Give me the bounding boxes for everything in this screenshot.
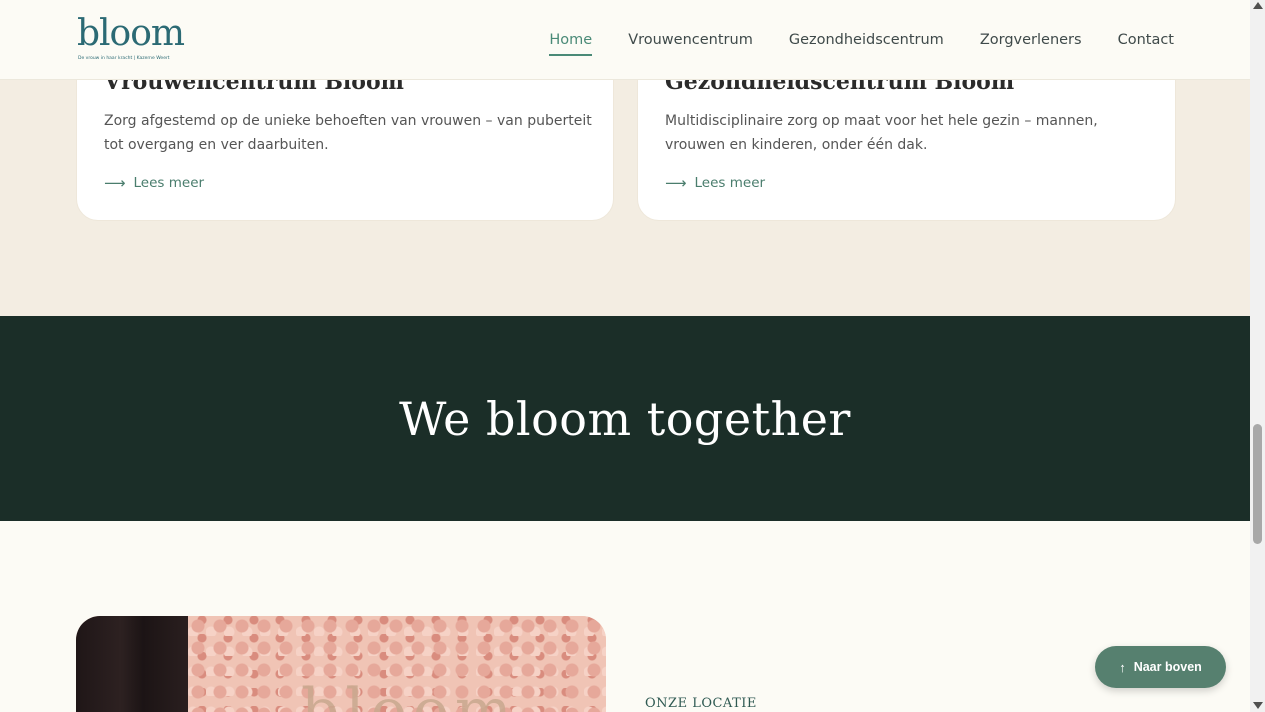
main-nav: Home Vrouwencentrum Gezondheidscentrum Z…	[549, 30, 1174, 56]
read-more-link[interactable]: ⟶ Lees meer	[665, 174, 765, 192]
back-to-top-label: Naar boven	[1133, 660, 1202, 674]
location-label: ONZE LOCATIE	[645, 696, 757, 711]
nav-item-home[interactable]: Home	[549, 30, 592, 56]
scroll-thumb[interactable]	[1253, 424, 1262, 544]
nav-item-vrouwencentrum[interactable]: Vrouwencentrum	[628, 30, 753, 56]
site-header: bloom De vrouw in haar kracht | Kazerne …	[0, 0, 1250, 80]
arrow-up-icon: ↑	[1119, 659, 1126, 675]
read-more-label: Lees meer	[133, 175, 205, 191]
logo-tagline: De vrouw in haar kracht | Kazerne Weert	[78, 56, 170, 61]
nav-item-gezondheidscentrum[interactable]: Gezondheidscentrum	[789, 30, 944, 56]
location-photo: bloom	[76, 616, 606, 712]
nav-item-zorgverleners[interactable]: Zorgverleners	[980, 30, 1082, 56]
scroll-down-icon[interactable]	[1253, 702, 1263, 709]
page-scrollbar[interactable]	[1250, 0, 1265, 712]
tagline-banner: We bloom together	[0, 316, 1250, 521]
card-description: Zorg afgestemd op de unieke behoeften va…	[104, 113, 592, 153]
banner-title: We bloom together	[399, 391, 851, 446]
arrow-right-icon: ⟶	[665, 174, 687, 192]
scroll-up-icon[interactable]	[1253, 2, 1263, 9]
photo-curtain	[76, 616, 188, 712]
bloom-logo[interactable]: bloom De vrouw in haar kracht | Kazerne …	[77, 16, 187, 64]
card-description: Multidisciplinaire zorg op maat voor het…	[665, 113, 1098, 153]
read-more-label: Lees meer	[694, 175, 766, 191]
photo-wordmark: bloom	[301, 676, 518, 712]
logo-wordmark: bloom	[77, 13, 185, 54]
back-to-top-button[interactable]: ↑ Naar boven	[1095, 646, 1226, 688]
read-more-link[interactable]: ⟶ Lees meer	[104, 174, 204, 192]
nav-item-contact[interactable]: Contact	[1118, 30, 1174, 56]
arrow-right-icon: ⟶	[104, 174, 126, 192]
